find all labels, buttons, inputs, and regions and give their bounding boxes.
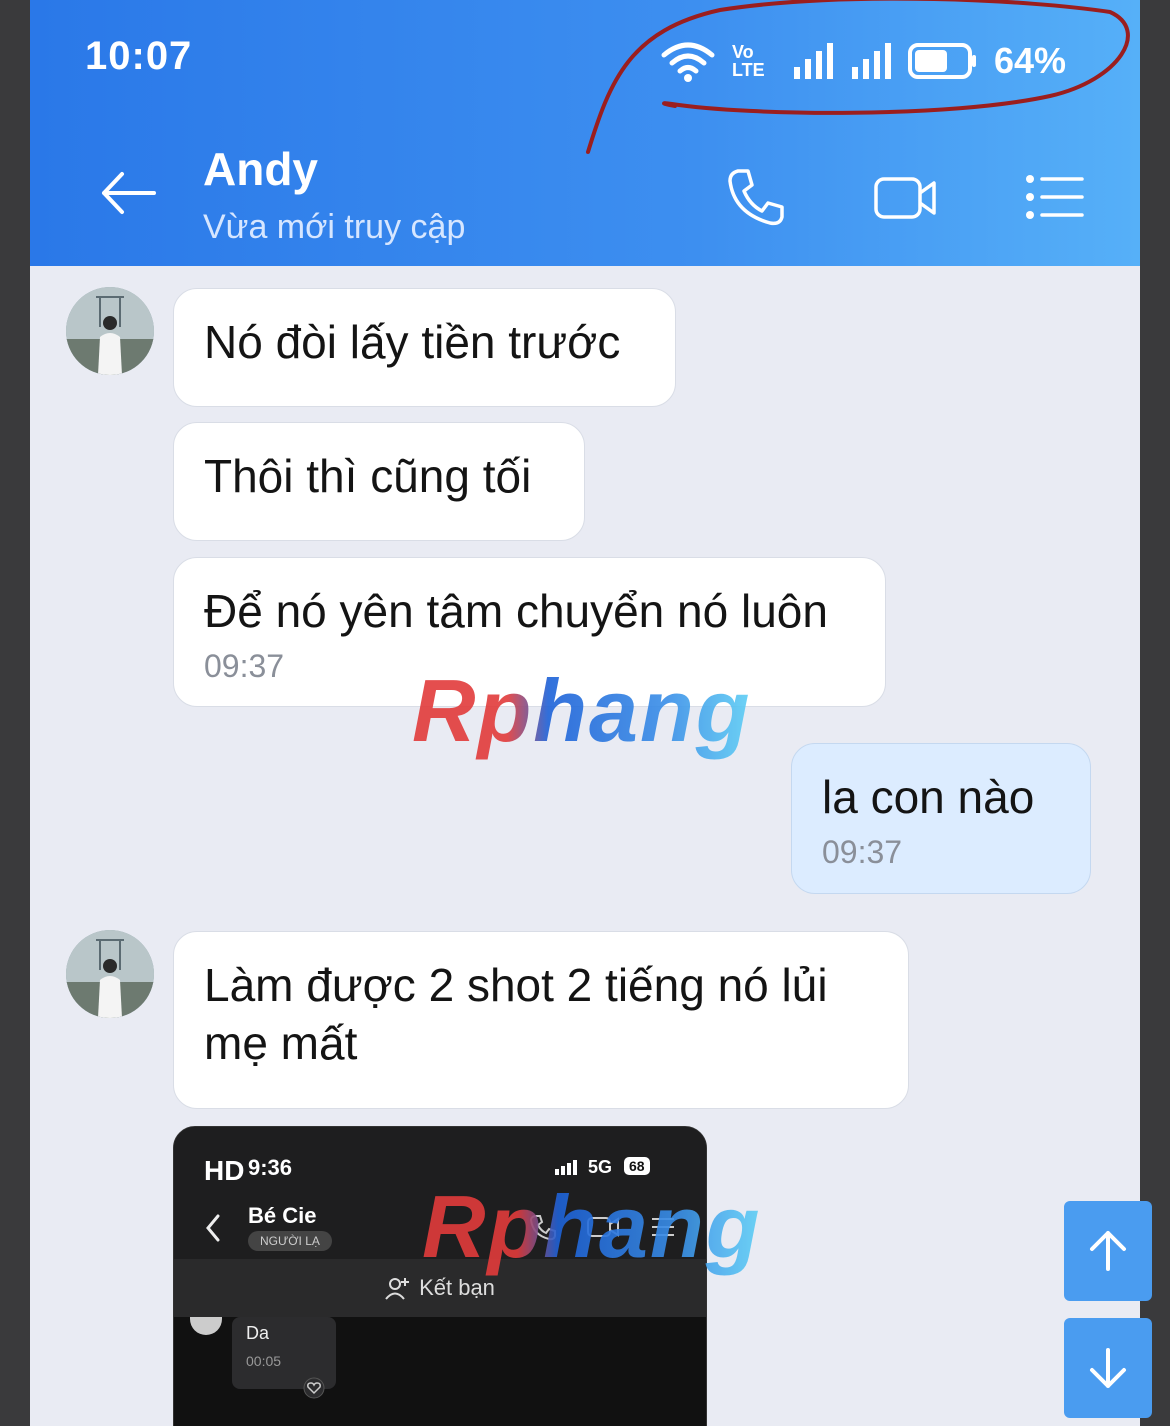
attachment-contact-name: Bé Cie <box>248 1203 317 1228</box>
video-call-icon[interactable] <box>872 165 936 229</box>
attachment-message-time: 00:05 <box>246 1353 282 1369</box>
add-friend-label: Kết bạn <box>419 1275 495 1300</box>
add-friend-icon <box>385 1278 410 1300</box>
signal-icon <box>555 1160 577 1175</box>
contact-name[interactable]: Andy <box>203 142 318 196</box>
my-message-bubble[interactable]: la con nào 09:37 <box>791 743 1091 894</box>
battery-badge: 68 <box>624 1157 650 1175</box>
back-arrow-icon[interactable] <box>98 168 158 218</box>
chat-screen: 10:07 Vo LTE 64% Andy Vừa mới truy cập N… <box>30 0 1140 1426</box>
attachment-time: 9:36 <box>248 1155 293 1180</box>
arrow-up-icon <box>1090 1231 1126 1271</box>
message-bubble[interactable]: Thôi thì cũng tối <box>173 422 585 541</box>
message-text: Nó đòi lấy tiền trước <box>204 316 621 368</box>
watermark-logo: Rphang <box>412 661 752 760</box>
chevron-left-icon <box>206 1214 220 1242</box>
phone-icon[interactable] <box>724 165 788 229</box>
network-label: 5G <box>588 1157 613 1177</box>
message-time: 09:37 <box>822 834 903 870</box>
attachment-avatar <box>190 1317 222 1335</box>
message-bubble[interactable]: Nó đòi lấy tiền trước <box>173 288 676 407</box>
arrow-down-icon <box>1090 1348 1126 1388</box>
scroll-up-button[interactable] <box>1064 1201 1152 1301</box>
message-text: Thôi thì cũng tối <box>204 450 532 502</box>
message-text: la con nào <box>822 771 1035 823</box>
clock: 10:07 <box>85 34 193 78</box>
menu-list-icon[interactable] <box>1022 165 1086 229</box>
avatar-photo <box>66 930 154 1018</box>
watermark-logo: Rphang <box>422 1177 762 1276</box>
contact-status: Vừa mới truy cập <box>203 208 466 246</box>
stranger-tag: NGƯỜI LẠ <box>248 1231 332 1251</box>
scroll-down-button[interactable] <box>1064 1318 1152 1418</box>
contact-avatar[interactable] <box>66 287 154 375</box>
message-text: Để nó yên tâm chuyển nó luôn <box>204 585 828 637</box>
message-text: Làm được 2 shot 2 tiếng nó lủi mẹ mất <box>204 959 828 1069</box>
top-bar: 10:07 Vo LTE 64% Andy Vừa mới truy cập <box>30 0 1140 266</box>
attachment-message-text: Da <box>246 1323 270 1343</box>
red-handdrawn-circle <box>586 0 1130 154</box>
hd-badge: HD <box>204 1155 245 1186</box>
avatar-photo <box>66 287 154 375</box>
message-bubble[interactable]: Làm được 2 shot 2 tiếng nó lủi mẹ mất <box>173 931 909 1109</box>
contact-avatar[interactable] <box>66 930 154 1018</box>
heart-icon <box>303 1377 325 1399</box>
